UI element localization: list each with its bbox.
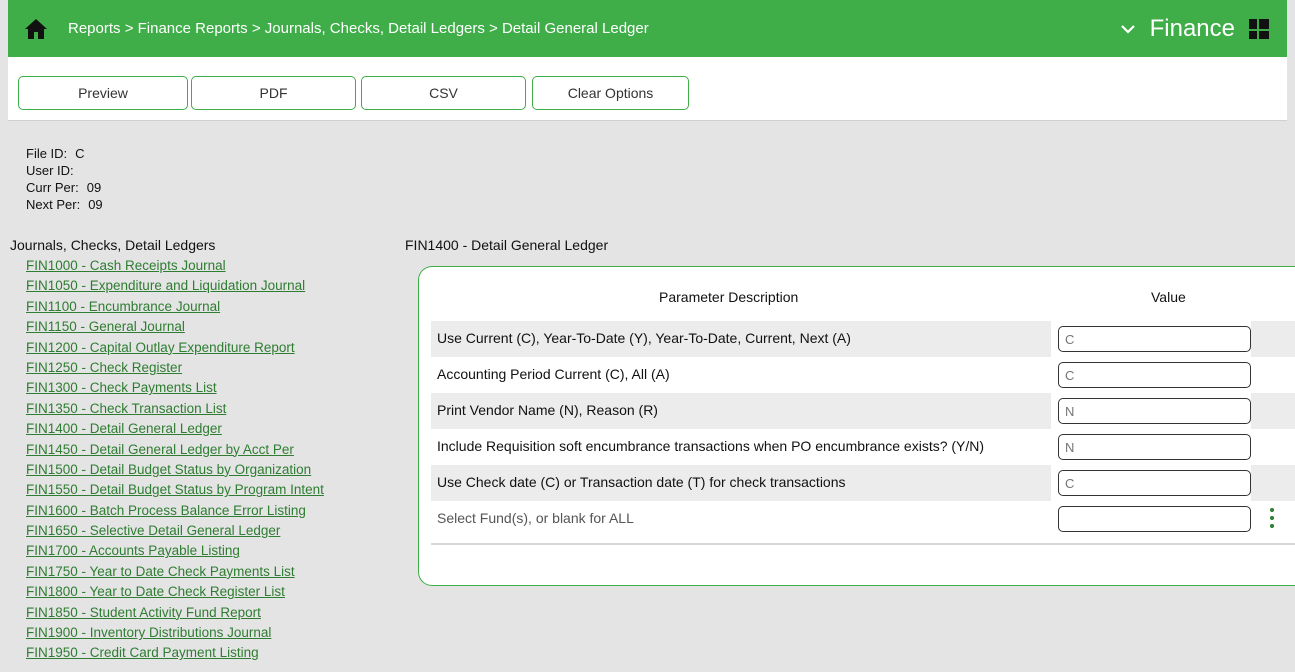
reports-list-title: Journals, Checks, Detail Ledgers (10, 237, 216, 253)
grid-icon[interactable] (1249, 18, 1269, 39)
row-tail (1263, 393, 1295, 429)
list-item: FIN1800 - Year to Date Check Register Li… (26, 582, 324, 602)
report-link[interactable]: FIN1050 - Expenditure and Liquidation Jo… (26, 278, 305, 293)
list-item: FIN1250 - Check Register (26, 358, 324, 378)
param-description: Accounting Period Current (C), All (A) (437, 366, 670, 382)
param-description: Use Current (C), Year-To-Date (Y), Year-… (437, 330, 851, 346)
user-id-label: User ID: (26, 163, 74, 178)
column-header-description: Parameter Description (659, 289, 799, 305)
report-link[interactable]: FIN1750 - Year to Date Check Payments Li… (26, 564, 295, 579)
next-per-label: Next Per: (26, 197, 81, 212)
report-link[interactable]: FIN1200 - Capital Outlay Expenditure Rep… (26, 340, 295, 355)
report-link[interactable]: FIN1850 - Student Activity Fund Report (26, 605, 261, 620)
report-link[interactable]: FIN1300 - Check Payments List (26, 380, 217, 395)
reports-list: FIN1000 - Cash Receipts Journal FIN1050 … (26, 256, 324, 664)
report-link[interactable]: FIN1900 - Inventory Distributions Journa… (26, 625, 271, 640)
list-item: FIN1500 - Detail Budget Status by Organi… (26, 460, 324, 480)
list-item: FIN1700 - Accounts Payable Listing (26, 541, 324, 561)
report-link[interactable]: FIN1500 - Detail Budget Status by Organi… (26, 462, 311, 477)
list-item: FIN1150 - General Journal (26, 317, 324, 337)
list-item: FIN1900 - Inventory Distributions Journa… (26, 623, 324, 643)
param-value-input[interactable] (1058, 398, 1251, 424)
report-link[interactable]: FIN1250 - Check Register (26, 360, 182, 375)
report-link[interactable]: FIN1450 - Detail General Ledger by Acct … (26, 442, 294, 457)
list-item: FIN1750 - Year to Date Check Payments Li… (26, 562, 324, 582)
report-link[interactable]: FIN1800 - Year to Date Check Register Li… (26, 584, 285, 599)
list-item: FIN1650 - Selective Detail General Ledge… (26, 521, 324, 541)
list-item: FIN1950 - Credit Card Payment Listing (26, 643, 324, 663)
list-item: FIN1600 - Batch Process Balance Error Li… (26, 501, 324, 521)
report-link[interactable]: FIN1950 - Credit Card Payment Listing (26, 645, 259, 660)
report-link[interactable]: FIN1400 - Detail General Ledger (26, 421, 222, 436)
table-row: Use Current (C), Year-To-Date (Y), Year-… (431, 321, 1295, 357)
report-link[interactable]: FIN1150 - General Journal (26, 319, 185, 334)
csv-button[interactable]: CSV (361, 76, 526, 110)
kebab-vertical-icon[interactable] (1269, 508, 1275, 528)
next-per-value: 09 (88, 197, 103, 212)
row-tail (1263, 465, 1295, 501)
param-description: Print Vendor Name (N), Reason (R) (437, 402, 658, 418)
list-item: FIN1350 - Check Transaction List (26, 399, 324, 419)
report-link[interactable]: FIN1100 - Encumbrance Journal (26, 299, 220, 314)
fund-select-input[interactable] (1058, 506, 1251, 532)
report-link[interactable]: FIN1550 - Detail Budget Status by Progra… (26, 482, 324, 497)
report-link[interactable]: FIN1000 - Cash Receipts Journal (26, 258, 226, 273)
list-item: FIN1450 - Detail General Ledger by Acct … (26, 440, 324, 460)
file-id-label: File ID: (26, 146, 68, 161)
list-item: FIN1050 - Expenditure and Liquidation Jo… (26, 276, 324, 296)
chevron-down-icon[interactable] (1120, 20, 1138, 38)
row-tail (1263, 321, 1295, 357)
list-item: FIN1850 - Student Activity Fund Report (26, 603, 324, 623)
list-item: FIN1550 - Detail Budget Status by Progra… (26, 480, 324, 500)
curr-per-value: 09 (86, 180, 102, 195)
list-item: FIN1000 - Cash Receipts Journal (26, 256, 324, 276)
param-value-input[interactable] (1058, 326, 1251, 352)
report-link[interactable]: FIN1350 - Check Transaction List (26, 401, 226, 416)
parameter-panel: Parameter Description Value Use Current … (418, 266, 1295, 586)
table-row: Select Fund(s), or blank for ALL (431, 501, 1295, 537)
top-header: Reports > Finance Reports > Journals, Ch… (8, 0, 1287, 57)
pdf-button[interactable]: PDF (191, 76, 356, 110)
report-link[interactable]: FIN1600 - Batch Process Balance Error Li… (26, 503, 306, 518)
breadcrumb[interactable]: Reports > Finance Reports > Journals, Ch… (68, 20, 1120, 37)
list-item: FIN1200 - Capital Outlay Expenditure Rep… (26, 338, 324, 358)
report-link[interactable]: FIN1700 - Accounts Payable Listing (26, 543, 240, 558)
report-link[interactable]: FIN1650 - Selective Detail General Ledge… (26, 523, 280, 538)
clear-options-button[interactable]: Clear Options (532, 76, 689, 110)
list-item: FIN1400 - Detail General Ledger (26, 419, 324, 439)
file-info: File ID: C User ID: Curr Per: 09 Next Per:… (26, 145, 103, 213)
param-description: Use Check date (C) or Transaction date (… (437, 474, 846, 490)
param-description: Select Fund(s), or blank for ALL (437, 510, 634, 526)
list-item: FIN1100 - Encumbrance Journal (26, 297, 324, 317)
table-divider (431, 543, 1295, 545)
param-value-input[interactable] (1058, 434, 1251, 460)
table-row: Include Requisition soft encumbrance tra… (431, 429, 1295, 465)
param-value-input[interactable] (1058, 470, 1251, 496)
table-row: Print Vendor Name (N), Reason (R) (431, 393, 1295, 429)
section-title: FIN1400 - Detail General Ledger (405, 237, 609, 253)
home-icon[interactable] (22, 15, 50, 43)
app-name[interactable]: Finance (1150, 15, 1235, 43)
column-header-value: Value (1151, 289, 1186, 305)
file-id-value: C (75, 146, 85, 161)
table-row: Use Check date (C) or Transaction date (… (431, 465, 1295, 501)
preview-button[interactable]: Preview (18, 76, 188, 110)
param-description: Include Requisition soft encumbrance tra… (437, 438, 985, 454)
toolbar: Preview PDF CSV Clear Options (8, 57, 1287, 121)
header-right: Finance (1120, 15, 1269, 43)
param-value-input[interactable] (1058, 362, 1251, 388)
table-row: Accounting Period Current (C), All (A) (431, 357, 1295, 393)
list-item: FIN1300 - Check Payments List (26, 378, 324, 398)
curr-per-label: Curr Per: (26, 180, 79, 195)
